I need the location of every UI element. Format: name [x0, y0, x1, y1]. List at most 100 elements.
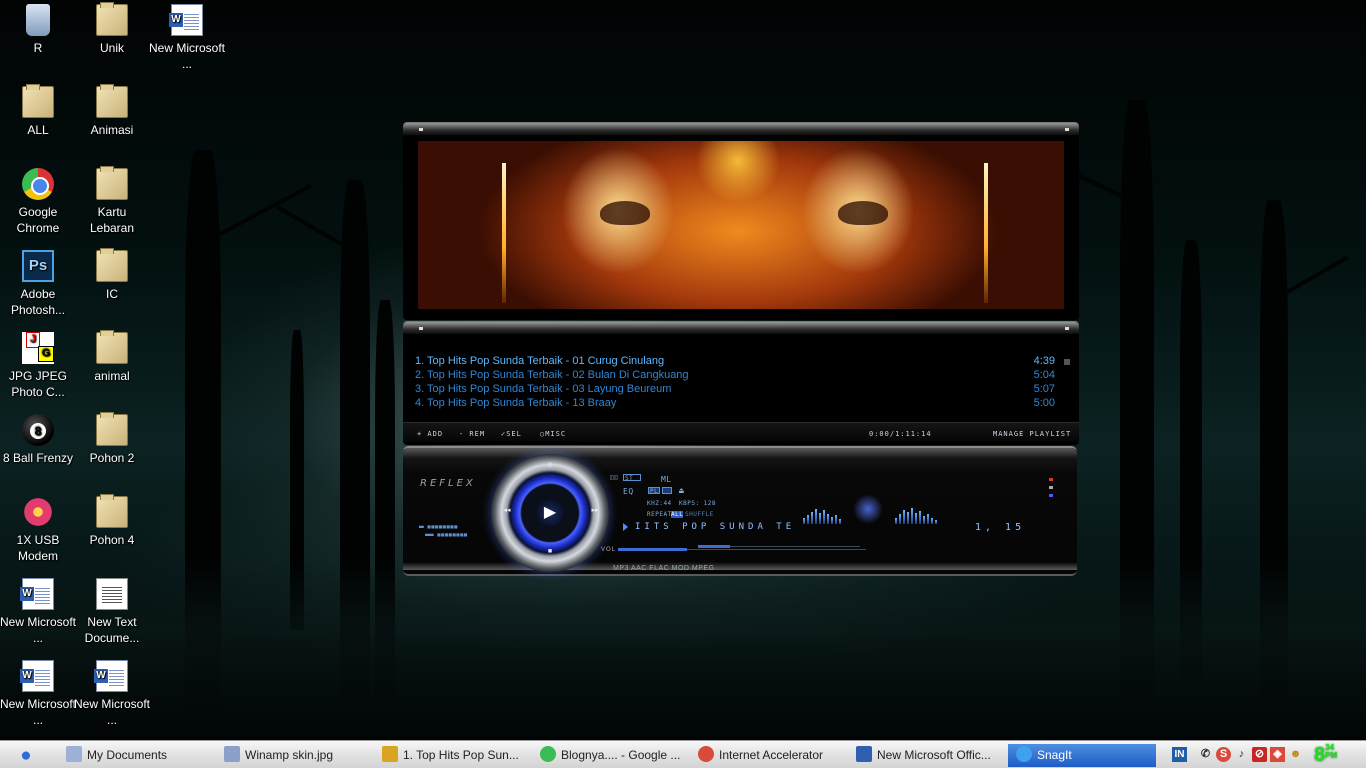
select-button[interactable]: ✓SEL: [501, 430, 522, 438]
media-library-button[interactable]: ML: [661, 475, 672, 484]
titlebar-grip: [419, 128, 423, 131]
desktop-icon-word-doc[interactable]: New Microsoft ...: [0, 660, 76, 728]
security-icon[interactable]: ◈: [1270, 747, 1285, 762]
desktop-icon-adobe-photoshop[interactable]: Ps Adobe Photosh...: [0, 250, 76, 318]
jpg-converter-icon: [22, 332, 54, 364]
seek-bar-fill[interactable]: [698, 545, 730, 548]
display-toggle-icon[interactable]: ◫◫: [610, 474, 618, 481]
repeat-button[interactable]: REPEAT: [647, 511, 672, 518]
desktop-icon-word-doc[interactable]: New Microsoft ...: [149, 4, 225, 72]
playlist-item[interactable]: 4. Top Hits Pop Sunda Terbaik - 13 Braay…: [415, 396, 1065, 410]
misc-label: MISC: [545, 430, 567, 438]
misc-button[interactable]: ○MISC: [540, 430, 566, 438]
folder-icon: [22, 84, 54, 118]
playlist-item[interactable]: 1. Top Hits Pop Sunda Terbaik - 01 Curug…: [415, 354, 1065, 368]
playlist-titlebar[interactable]: [403, 322, 1079, 334]
desktop-icon-ic[interactable]: IC: [74, 248, 150, 302]
track-title: 2. Top Hits Pop Sunda Terbaik - 02 Bulan…: [415, 369, 689, 381]
photoshop-icon: Ps: [22, 250, 54, 282]
desktop-icon-word-doc[interactable]: New Microsoft ...: [74, 660, 150, 728]
add-button[interactable]: + ADD: [417, 430, 443, 438]
desktop-icon-label: Kartu Lebaran: [89, 205, 135, 235]
mode-toggle-button[interactable]: [662, 487, 672, 494]
status-leds: [1049, 478, 1055, 502]
taskbar-button-label: SnagIt: [1037, 748, 1072, 762]
desktop-icon-label: 1X USB Modem: [16, 533, 60, 563]
volume-icon[interactable]: ♪: [1234, 747, 1249, 762]
winamp-playlist-window[interactable]: 1. Top Hits Pop Sunda Terbaik - 01 Curug…: [403, 321, 1079, 445]
playlist-toolbar: + ADD - REM ✓SEL ○MISC 0:00/1:11:14 MANA…: [403, 422, 1079, 442]
main-bottom-shine: [403, 562, 1077, 570]
song-ticker: IITS POP SUNDA TE: [635, 522, 796, 532]
playlist-item[interactable]: 3. Top Hits Pop Sunda Terbaik - 03 Layun…: [415, 382, 1065, 396]
accelerator-tray-icon[interactable]: S: [1216, 747, 1231, 762]
clock-meridiem: PM: [1325, 751, 1338, 760]
chrome-icon: [540, 746, 556, 762]
playlist-item[interactable]: 2. Top Hits Pop Sunda Terbaik - 02 Bulan…: [415, 368, 1065, 382]
users-icon[interactable]: ☻: [1288, 747, 1303, 762]
stop-button[interactable]: ■: [544, 548, 556, 555]
playlist-scrollbar[interactable]: [1064, 359, 1070, 365]
desktop-icon-google-chrome[interactable]: Google Chrome: [0, 168, 76, 236]
folder-icon: [96, 166, 128, 200]
start-button[interactable]: ●: [14, 745, 38, 767]
desktop-icon-kartu-lebaran[interactable]: Kartu Lebaran: [74, 166, 150, 236]
desktop-icon-jpg-jpeg-photo[interactable]: JPG JPEG Photo C...: [0, 332, 76, 400]
desktop-icon-label: Animasi: [90, 123, 134, 137]
desktop-icon-recycle-bin[interactable]: R: [0, 4, 76, 56]
spectrum-analyzer[interactable]: [803, 494, 943, 524]
desktop-icon-label: Pohon 4: [89, 533, 135, 547]
playlist: 1. Top Hits Pop Sunda Terbaik - 01 Curug…: [415, 354, 1065, 410]
visualizer-titlebar[interactable]: [403, 123, 1079, 135]
phone-icon[interactable]: ✆: [1198, 747, 1213, 762]
desktop-icon-1x-usb-modem[interactable]: 1X USB Modem: [0, 496, 76, 564]
taskbar-button-word[interactable]: New Microsoft Offic...: [856, 744, 1006, 767]
winamp-visualizer-window[interactable]: [403, 122, 1079, 320]
visual-streak: [984, 163, 988, 303]
supported-formats: MP3 AAC FLAC MOD MPEG: [613, 565, 715, 572]
taskbar-button-winamp-skin[interactable]: Winamp skin.jpg: [224, 744, 374, 767]
taskbar-button-internet-accelerator[interactable]: Internet Accelerator: [698, 744, 848, 767]
play-icon: ▶: [543, 504, 557, 521]
taskbar-button-label: Winamp skin.jpg: [245, 748, 334, 762]
word-document-icon: [20, 660, 54, 692]
previous-button[interactable]: ◂◂: [501, 506, 513, 514]
winamp-main-window[interactable]: REFLEX ▬ ▪▪▪▪▪▪▪▪ ▬▬ ▪▪▪▪▪▪▪▪ II ■ ◂◂ ▸▸…: [403, 446, 1077, 576]
word-document-icon: [169, 4, 203, 36]
taskbar-button-winamp[interactable]: 1. Top Hits Pop Sun...: [382, 744, 532, 767]
taskbar-button-snagit[interactable]: SnagIt: [1008, 744, 1156, 767]
remove-button[interactable]: - REM: [459, 430, 485, 438]
desktop-icon-label: animal: [94, 369, 130, 383]
play-button[interactable]: ▶: [537, 500, 563, 526]
desktop-icon-all[interactable]: ALL: [0, 84, 76, 138]
manage-playlist-button[interactable]: MANAGE PLAYLIST: [993, 430, 1071, 438]
taskbar-button-label: My Documents: [87, 748, 168, 762]
desktop-icon-pohon-4[interactable]: Pohon 4: [74, 494, 150, 548]
desktop-icon-animasi[interactable]: Animasi: [74, 84, 150, 138]
repeat-mode-badge[interactable]: ALL: [671, 511, 684, 518]
desktop-icon-animal[interactable]: animal: [74, 330, 150, 384]
pause-button[interactable]: II: [544, 462, 556, 469]
elapsed-time[interactable]: 1, 15: [975, 522, 1025, 533]
desktop-icon-word-doc[interactable]: New Microsoft ...: [0, 578, 76, 646]
volume-slider-fill[interactable]: [618, 548, 687, 551]
taskbar-button-my-documents[interactable]: My Documents: [66, 744, 216, 767]
desktop-icon-text-doc[interactable]: New Text Docume...: [74, 578, 150, 646]
desktop-icon-label: JPG JPEG Photo C...: [8, 369, 67, 399]
taskbar-button-chrome[interactable]: Blognya.... - Google ...: [540, 744, 690, 767]
system-clock[interactable]: 834 PM: [1314, 744, 1337, 767]
recycle-bin-icon: [26, 4, 50, 36]
shuffle-button[interactable]: SHUFFLE: [685, 511, 714, 518]
eject-icon[interactable]: ⏏: [679, 486, 684, 495]
desktop-icon-8-ball-frenzy[interactable]: 8 8 Ball Frenzy: [0, 414, 76, 466]
in-icon[interactable]: IN: [1172, 747, 1187, 762]
main-top-shine: [403, 448, 1077, 458]
equalizer-button[interactable]: EQ: [623, 487, 634, 496]
track-duration: 5:07: [1033, 383, 1055, 395]
next-button[interactable]: ▸▸: [589, 506, 601, 514]
desktop-icon-unik[interactable]: Unik: [74, 2, 150, 56]
antivirus-icon[interactable]: ⊘: [1252, 747, 1267, 762]
desktop-icon-pohon-2[interactable]: Pohon 2: [74, 412, 150, 466]
snagit-icon: [1016, 746, 1032, 762]
word-document-icon: [94, 660, 128, 692]
